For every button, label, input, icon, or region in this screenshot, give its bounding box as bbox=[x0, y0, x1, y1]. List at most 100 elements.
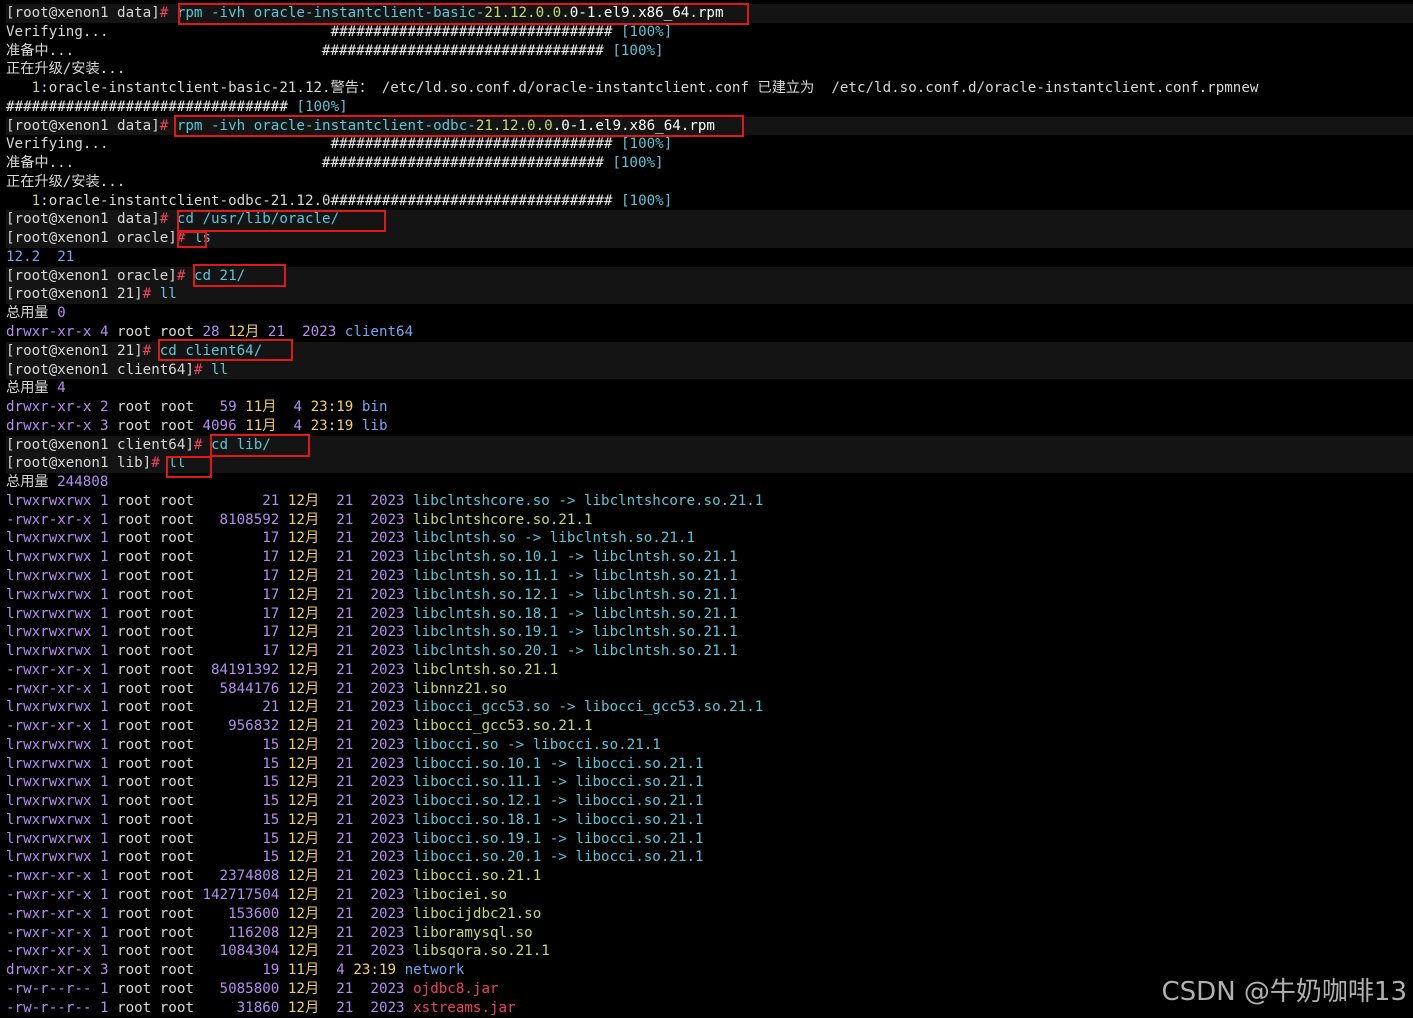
terminal-command-line: [root@xenon1 data]# rpm -ivh oracle-inst… bbox=[6, 4, 1413, 23]
terminal-text-segment: 21 bbox=[336, 643, 371, 660]
terminal-text-segment: libclntsh.so.12.1 -> libclntsh.so.21.1 bbox=[413, 586, 738, 603]
terminal-text-segment: ll bbox=[168, 455, 186, 472]
terminal-text-segment: 12月 bbox=[287, 793, 337, 810]
terminal-text-segment: 1 bbox=[91, 793, 118, 810]
terminal-command-line: [root@xenon1 client64]# cd lib/ bbox=[6, 435, 1413, 455]
terminal-text-segment: [root@xenon1 data] bbox=[6, 117, 160, 134]
terminal-text-segment: cd /usr/lib/oracle/ bbox=[176, 211, 340, 228]
terminal-text-segment: 1 bbox=[91, 661, 118, 678]
terminal-text-segment: 12月 bbox=[287, 830, 337, 847]
terminal-text-segment: -rwxr-xr-x bbox=[6, 886, 92, 903]
terminal-output-line: lrwxrwxrwx 1 root root 15 12月 21 2023 li… bbox=[6, 755, 1413, 774]
terminal-text-segment: 2023 bbox=[370, 774, 414, 791]
terminal-text-segment: 12月 bbox=[287, 699, 337, 716]
terminal-text-segment: libocci_gcc53.so -> libocci_gcc53.so.21.… bbox=[413, 699, 764, 716]
terminal-text-segment: 2023 bbox=[370, 718, 414, 735]
terminal-text-segment: 15 bbox=[262, 736, 288, 753]
terminal-text-segment: # bbox=[159, 5, 177, 21]
terminal-text-segment: lrwxrwxrwx bbox=[6, 736, 92, 753]
terminal-text-segment: root root bbox=[117, 492, 263, 509]
terminal-text-segment: root root bbox=[117, 586, 263, 603]
terminal-output[interactable]: [root@xenon1 data]# rpm -ivh oracle-inst… bbox=[6, 4, 1413, 1017]
terminal-text-segment: 28 bbox=[202, 324, 229, 341]
terminal-text-segment: 2023 bbox=[370, 943, 414, 960]
terminal-text-segment: -rwxr-xr-x bbox=[6, 680, 92, 697]
terminal-text-segment: Verifying... bbox=[6, 136, 331, 153]
terminal-text-segment: [root@xenon1 data] bbox=[6, 211, 160, 228]
terminal-text-segment: 153600 bbox=[228, 905, 288, 922]
terminal-command-line: [root@xenon1 client64]# ll bbox=[6, 360, 1413, 380]
terminal-text-segment: lrwxrwxrwx bbox=[6, 605, 92, 622]
terminal-text-segment: 21 bbox=[336, 736, 371, 753]
terminal-text-segment: 12月 bbox=[287, 567, 337, 584]
terminal-text-segment: 21 bbox=[336, 492, 371, 509]
terminal-text-segment: lib bbox=[361, 417, 388, 434]
terminal-text-segment: root root bbox=[117, 718, 229, 735]
terminal-text-segment: 17 bbox=[262, 586, 288, 603]
terminal-text-segment: 4 bbox=[293, 417, 311, 434]
terminal-text-segment: 总用量 bbox=[6, 474, 58, 491]
terminal-text-segment: Verifying... bbox=[6, 23, 331, 40]
terminal-output-line: drwxr-xr-x 2 root root 59 11月 4 23:19 bi… bbox=[6, 398, 1413, 417]
terminal-text-segment: 21 bbox=[336, 718, 371, 735]
terminal-text-segment: 1 bbox=[91, 492, 118, 509]
terminal-output-line: -rwxr-xr-x 1 root root 142717504 12月 21 … bbox=[6, 886, 1413, 905]
terminal-text-segment: root root bbox=[117, 324, 203, 341]
terminal-text-segment: 1 bbox=[91, 755, 118, 772]
terminal-text-segment: 15 bbox=[262, 793, 288, 810]
terminal-text-segment: 1 bbox=[91, 699, 118, 716]
terminal-text-segment: 11月 bbox=[245, 417, 294, 434]
terminal-text-segment: 21 bbox=[336, 699, 371, 716]
terminal-text-segment: root root bbox=[117, 999, 237, 1016]
terminal-text-segment: 11月 bbox=[287, 962, 337, 979]
terminal-text-segment: root root bbox=[117, 549, 263, 566]
terminal-text-segment: 21 bbox=[336, 586, 371, 603]
terminal-text-segment: 1 bbox=[91, 943, 118, 960]
terminal-output-line: lrwxrwxrwx 1 root root 15 12月 21 2023 li… bbox=[6, 736, 1413, 755]
terminal-output-line: Verifying... ###########################… bbox=[6, 135, 1413, 154]
terminal-text-segment: 21 bbox=[336, 905, 371, 922]
terminal-text-segment: 21 bbox=[336, 661, 371, 678]
terminal-text-segment: 2023 bbox=[370, 924, 414, 941]
terminal-text-segment: root root bbox=[117, 811, 263, 828]
terminal-text-segment: 84191392 bbox=[211, 661, 288, 678]
terminal-output-line: lrwxrwxrwx 1 root root 17 12月 21 2023 li… bbox=[6, 642, 1413, 661]
terminal-text-segment: libclntsh.so.19.1 -> libclntsh.so.21.1 bbox=[413, 624, 738, 641]
terminal-command-line: [root@xenon1 21]# cd client64/ bbox=[6, 341, 1413, 361]
terminal-output-line: 总用量 244808 bbox=[6, 473, 1413, 492]
terminal-text-segment: lrwxrwxrwx bbox=[6, 811, 92, 828]
terminal-text-segment: ################################# bbox=[6, 98, 297, 115]
terminal-text-segment: drwxr-xr-x bbox=[6, 399, 92, 416]
terminal-text-segment: [root@xenon1 oracle] bbox=[6, 230, 177, 247]
terminal-text-segment: 2023 bbox=[370, 886, 414, 903]
terminal-text-segment: -rwxr-xr-x bbox=[6, 905, 92, 922]
terminal-text-segment: lrwxrwxrwx bbox=[6, 586, 92, 603]
terminal-text-segment: 12月 bbox=[287, 511, 337, 528]
terminal-text-segment: 1 bbox=[91, 736, 118, 753]
terminal-text-segment: 4 bbox=[336, 962, 354, 979]
terminal-text-segment: 1 bbox=[31, 80, 41, 97]
terminal-text-segment: 1084304 bbox=[219, 943, 288, 960]
terminal-text-segment: # bbox=[159, 117, 177, 134]
terminal-text-segment: 21 bbox=[336, 511, 371, 528]
terminal-text-segment: root root bbox=[117, 924, 229, 941]
terminal-output-line: -rwxr-xr-x 1 root root 153600 12月 21 202… bbox=[6, 905, 1413, 924]
terminal-text-segment: root root bbox=[117, 567, 263, 584]
terminal-text-segment: 2374808 bbox=[219, 868, 288, 885]
terminal-output-line: 1:oracle-instantclient-basic-21.12.警告： /… bbox=[6, 79, 1413, 98]
terminal-text-segment: ################################# bbox=[330, 136, 622, 153]
terminal-text-segment: 12.2 21 bbox=[6, 248, 75, 265]
terminal-output-line: lrwxrwxrwx 1 root root 15 12月 21 2023 li… bbox=[6, 830, 1413, 849]
terminal-text-segment: 2023 bbox=[370, 661, 414, 678]
terminal-command-line: [root@xenon1 data]# cd /usr/lib/oracle/ bbox=[6, 210, 1413, 230]
terminal-text-segment: 1 bbox=[91, 811, 118, 828]
terminal-text-segment: [100%] bbox=[621, 136, 673, 153]
terminal-text-segment: root root bbox=[117, 886, 203, 903]
terminal-text-segment: 12月 bbox=[287, 736, 337, 753]
terminal-text-segment: 准备中... bbox=[6, 155, 322, 172]
terminal-text-segment: ################################# bbox=[330, 23, 622, 40]
terminal-text-segment: 59 bbox=[219, 399, 246, 416]
terminal-text-segment: # bbox=[193, 361, 212, 378]
terminal-output-line: 总用量 0 bbox=[6, 304, 1413, 323]
terminal-output-line: lrwxrwxrwx 1 root root 17 12月 21 2023 li… bbox=[6, 548, 1413, 567]
